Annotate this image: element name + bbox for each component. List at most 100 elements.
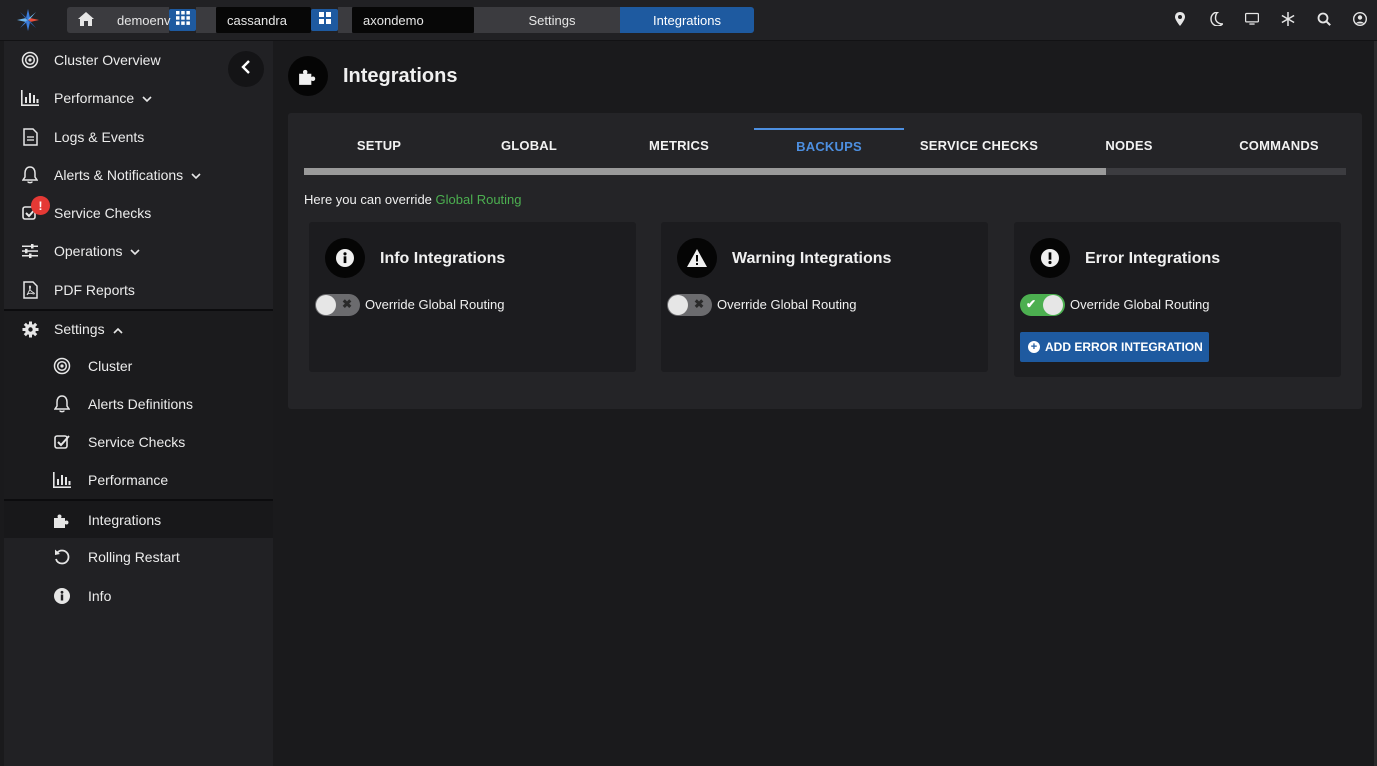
sidebar-item-label: Service Checks	[54, 205, 152, 221]
chevron-down-icon	[191, 167, 201, 183]
sliders-icon	[20, 241, 40, 261]
info-integrations-card: Info Integrations ✖ Override Global Rout…	[309, 222, 636, 372]
tab-setup[interactable]: SETUP	[304, 128, 454, 162]
sidebar-item-label: Cluster	[88, 358, 133, 374]
override-routing-toggle[interactable]: ✖	[667, 294, 712, 316]
snowflake-icon[interactable]	[1281, 11, 1295, 27]
chevron-down-icon	[130, 243, 141, 259]
toggle-knob	[668, 295, 688, 315]
tab-metrics[interactable]: METRICS	[604, 128, 754, 162]
tab-scrollbar-thumb[interactable]	[304, 168, 1107, 175]
home-icon	[78, 11, 94, 29]
integrations-panel: SETUP GLOBAL METRICS BACKUPS SERVICE CHE…	[288, 113, 1362, 409]
tab-backups[interactable]: BACKUPS	[754, 128, 904, 162]
monitor-icon[interactable]	[1245, 11, 1259, 27]
gear-icon	[20, 319, 40, 339]
intro-label: Here you can override	[304, 192, 436, 207]
sidebar-item-service-checks[interactable]: ! Service Checks	[4, 195, 273, 231]
breadcrumb-settings-label: Settings	[528, 12, 576, 28]
sidebar-sub-item-integrations[interactable]: Integrations	[4, 499, 273, 538]
bell-icon	[52, 394, 72, 414]
override-routing-toggle[interactable]: ✖	[315, 294, 360, 316]
card-title: Info Integrations	[380, 250, 506, 267]
tab-service-checks[interactable]: SERVICE CHECKS	[904, 128, 1054, 162]
sidebar-item-label: Rolling Restart	[88, 549, 180, 565]
sidebar-item-performance[interactable]: Performance	[4, 80, 273, 116]
sidebar: Cluster Overview Performance Logs & Even…	[4, 41, 273, 766]
toggle-label: Override Global Routing	[1070, 297, 1210, 312]
override-routing-toggle[interactable]: ✔	[1020, 294, 1065, 316]
breadcrumb-cluster-type-label: cassandra	[227, 12, 287, 28]
toggle-label: Override Global Routing	[365, 297, 505, 312]
page-title: Integrations	[343, 65, 458, 87]
sidebar-item-cluster-overview[interactable]: Cluster Overview	[4, 42, 273, 78]
warning-integrations-card: Warning Integrations ✖ Override Global R…	[661, 222, 988, 372]
sidebar-item-operations[interactable]: Operations	[4, 233, 273, 269]
dashboard-icon	[318, 11, 331, 29]
add-error-integration-button[interactable]: + ADD ERROR INTEGRATION	[1020, 332, 1209, 362]
target-icon	[20, 50, 40, 70]
plus-circle-icon: +	[1028, 341, 1040, 353]
info-icon	[52, 586, 72, 606]
top-bar: demoenv cassandra axondemo Settings Inte…	[0, 0, 1377, 41]
map-pin-icon[interactable]	[1173, 11, 1187, 27]
restart-icon	[52, 547, 72, 567]
sidebar-item-label: Alerts & Notifications	[54, 167, 184, 183]
bar-chart-icon	[20, 88, 40, 108]
sidebar-sub-item-service-checks[interactable]: Service Checks	[4, 423, 273, 461]
breadcrumb: demoenv cassandra axondemo Settings Inte…	[67, 7, 754, 33]
toggle-knob	[316, 295, 336, 315]
puzzle-icon	[52, 510, 72, 530]
sidebar-item-logs-events[interactable]: Logs & Events	[4, 119, 273, 155]
sidebar-sub-item-performance[interactable]: Performance	[4, 461, 273, 499]
close-icon: ✖	[694, 297, 705, 311]
sidebar-item-label: Cluster Overview	[54, 52, 161, 68]
breadcrumb-integrations: Integrations	[620, 7, 754, 33]
sidebar-item-label: Performance	[54, 90, 135, 106]
sidebar-item-pdf-reports[interactable]: PDF Reports	[4, 272, 273, 308]
sidebar-item-settings[interactable]: Settings	[4, 309, 273, 347]
chevron-down-icon	[142, 90, 152, 106]
breadcrumb-current-label: Integrations	[653, 12, 721, 28]
toggle-label: Override Global Routing	[717, 297, 857, 312]
global-routing-link[interactable]: Global Routing	[436, 192, 522, 207]
breadcrumb-settings[interactable]: Settings	[484, 7, 620, 33]
sidebar-sub-item-rolling-restart[interactable]: Rolling Restart	[4, 538, 273, 576]
breadcrumb-env[interactable]: demoenv	[105, 7, 171, 33]
user-icon[interactable]	[1353, 11, 1367, 27]
alert-badge: !	[31, 196, 50, 215]
breadcrumb-env-label: demoenv	[117, 12, 171, 28]
tab-bar: SETUP GLOBAL METRICS BACKUPS SERVICE CHE…	[304, 128, 1346, 162]
sidebar-item-label: Operations	[54, 243, 123, 259]
tab-global[interactable]: GLOBAL	[454, 128, 604, 162]
cluster-grid-button[interactable]	[311, 9, 338, 31]
target-icon	[52, 356, 72, 376]
sidebar-sub-item-cluster[interactable]: Cluster	[4, 347, 273, 385]
breadcrumb-home[interactable]	[67, 7, 105, 33]
intro-text: Here you can override Global Routing	[304, 192, 522, 207]
tab-nodes[interactable]: NODES	[1054, 128, 1204, 162]
tab-scrollbar[interactable]	[304, 168, 1346, 175]
breadcrumb-cluster[interactable]: axondemo	[352, 7, 474, 33]
grid-icon	[175, 10, 190, 30]
card-title: Error Integrations	[1085, 250, 1221, 267]
sidebar-sub-item-info[interactable]: Info	[4, 577, 273, 615]
check-icon: ✔	[1026, 297, 1037, 311]
sidebar-item-label: Integrations	[88, 511, 162, 528]
app-logo-icon[interactable]	[16, 8, 40, 32]
sidebar-item-label: Service Checks	[88, 434, 186, 450]
close-icon: ✖	[342, 297, 353, 311]
breadcrumb-cluster-label: axondemo	[363, 12, 424, 28]
sidebar-item-label: Settings	[54, 321, 105, 337]
env-grid-button[interactable]	[169, 9, 196, 31]
search-icon[interactable]	[1317, 11, 1331, 27]
bell-icon	[20, 165, 40, 185]
tab-commands[interactable]: COMMANDS	[1204, 128, 1354, 162]
card-title: Warning Integrations	[732, 250, 892, 267]
sidebar-item-alerts-notifications[interactable]: Alerts & Notifications	[4, 157, 273, 193]
warning-icon	[677, 238, 717, 278]
breadcrumb-cluster-type[interactable]: cassandra	[216, 7, 311, 33]
moon-icon[interactable]	[1209, 11, 1223, 27]
sidebar-sub-item-alerts-definitions[interactable]: Alerts Definitions	[4, 385, 273, 423]
sidebar-item-label: Logs & Events	[54, 129, 145, 145]
